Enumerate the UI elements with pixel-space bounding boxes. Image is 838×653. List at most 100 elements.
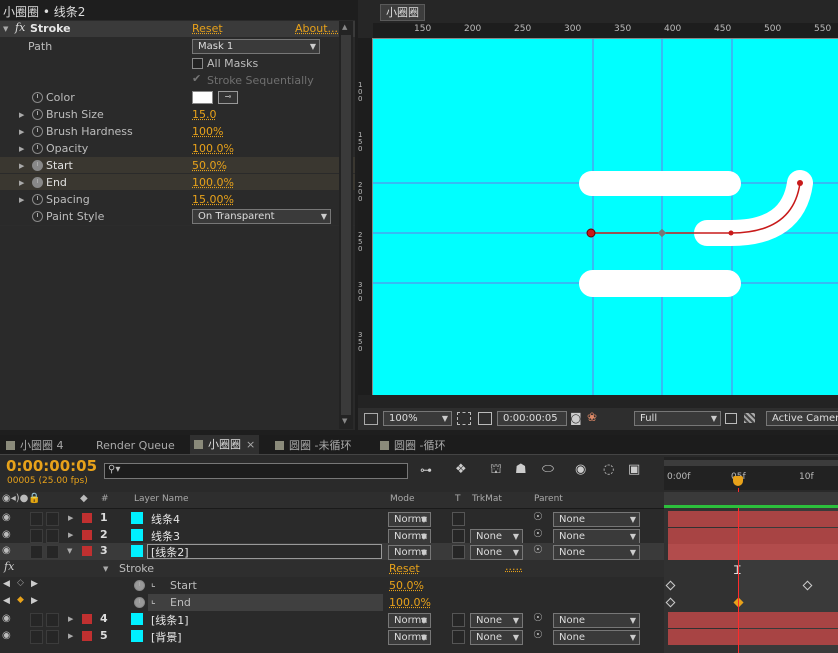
label-header-icon[interactable]: ◆ bbox=[80, 493, 88, 504]
audio-toggle[interactable] bbox=[30, 529, 43, 543]
close-icon[interactable]: × bbox=[246, 438, 255, 451]
transparency-grid-icon[interactable] bbox=[744, 413, 755, 423]
lock-toggle[interactable] bbox=[46, 545, 59, 559]
preserve-transparency-box[interactable] bbox=[452, 545, 465, 559]
about-link[interactable]: About... bbox=[295, 22, 338, 35]
work-area-bar[interactable] bbox=[664, 460, 838, 466]
spacing-stopwatch-icon[interactable] bbox=[32, 194, 43, 205]
layer-twisty-icon[interactable]: ▶ bbox=[68, 514, 73, 522]
pick-whip-icon[interactable]: ☉ bbox=[533, 527, 543, 540]
parent-dropdown[interactable]: None ▼ bbox=[553, 613, 640, 628]
draft-3d-icon[interactable]: ⛫ bbox=[490, 462, 502, 479]
layer-twisty-icon[interactable]: ▼ bbox=[67, 547, 72, 555]
brush-hardness-twisty-icon[interactable]: ▶ bbox=[19, 128, 24, 136]
mode-dropdown[interactable]: Norma ▼ bbox=[388, 545, 431, 560]
audio-toggle[interactable] bbox=[30, 613, 43, 627]
start-value[interactable]: 50.0% bbox=[192, 159, 227, 172]
prev-keyframe-icon[interactable]: ◀ bbox=[3, 596, 10, 606]
tab-xiaoquanquan-4[interactable]: 小圈圈 4 bbox=[6, 437, 64, 454]
start-twisty-icon[interactable]: ▶ bbox=[19, 162, 24, 170]
current-time-field[interactable]: 0:00:00:05 bbox=[497, 411, 567, 426]
end-stopwatch-icon[interactable] bbox=[32, 177, 43, 188]
visibility-eye-icon[interactable]: ◉ bbox=[2, 546, 12, 556]
eyedropper-icon[interactable]: ⊸ bbox=[218, 91, 238, 104]
pick-whip-icon[interactable]: ☉ bbox=[533, 510, 543, 523]
layer-row[interactable]: ◉ ▶ 1 线条4 Norma ▼ ☉ None ▼ bbox=[0, 510, 664, 527]
next-keyframe-icon[interactable]: ▶ bbox=[31, 579, 38, 589]
label-color-swatch[interactable] bbox=[82, 614, 92, 624]
scroll-down-arrow-icon[interactable]: ▼ bbox=[342, 417, 347, 425]
tab-render-queue[interactable]: Render Queue bbox=[96, 437, 175, 454]
lock-toggle[interactable] bbox=[46, 512, 59, 526]
layer-name[interactable]: [线条1] bbox=[151, 612, 189, 628]
pick-whip-icon[interactable]: ☉ bbox=[533, 628, 543, 641]
start-property-row[interactable]: ◀ ◇ ▶ ⌞ Start 50.0% bbox=[0, 577, 664, 594]
camera-dropdown[interactable]: Active Camera bbox=[766, 411, 838, 426]
current-time-display[interactable]: 0:00:00:05 bbox=[6, 457, 97, 475]
parent-dropdown[interactable]: None ▼ bbox=[553, 545, 640, 560]
preserve-transparency-box[interactable] bbox=[452, 613, 465, 627]
tab-yuanquan-xunhuan[interactable]: 圆圈 -循环 bbox=[380, 437, 445, 454]
mode-dropdown[interactable]: Norma ▼ bbox=[388, 613, 431, 628]
brush-hardness-value[interactable]: 100% bbox=[192, 125, 223, 138]
frame-blending-icon[interactable]: ⬭ bbox=[542, 461, 554, 477]
stroke-options-dots[interactable]: ..... bbox=[505, 560, 522, 573]
brush-size-twisty-icon[interactable]: ▶ bbox=[19, 111, 24, 119]
resolution-dropdown[interactable]: Full ▼ bbox=[634, 411, 721, 426]
time-ruler[interactable]: 0:00f 05f 10f bbox=[664, 457, 838, 490]
mode-dropdown[interactable]: Norma ▼ bbox=[388, 512, 431, 527]
toggle-view-icon[interactable] bbox=[364, 413, 378, 425]
layer-twisty-icon[interactable]: ▶ bbox=[68, 615, 73, 623]
grid-safe-icon[interactable] bbox=[457, 412, 471, 425]
label-color-swatch[interactable] bbox=[82, 530, 92, 540]
current-time-indicator-head[interactable] bbox=[733, 476, 743, 486]
motion-blur-icon[interactable]: ◉ bbox=[575, 462, 586, 477]
horizontal-ruler[interactable]: 150 200 250 300 350 400 450 500 550 bbox=[373, 23, 838, 39]
layer-name[interactable]: [线条2] bbox=[151, 544, 189, 560]
layer-duration-bar[interactable] bbox=[668, 511, 838, 527]
visibility-eye-icon[interactable]: ◉ bbox=[2, 614, 12, 624]
color-stopwatch-icon[interactable] bbox=[32, 92, 43, 103]
layer-duration-bar-selected[interactable] bbox=[668, 544, 838, 560]
parent-header[interactable]: Parent bbox=[534, 494, 563, 504]
mask-visibility-icon[interactable] bbox=[478, 412, 492, 425]
path-dropdown[interactable]: Mask 1 ▼ bbox=[192, 39, 320, 54]
paint-style-stopwatch-icon[interactable] bbox=[32, 211, 43, 222]
camera-snapshot-icon[interactable]: ◙ bbox=[570, 411, 582, 425]
tab-yuanquan-weixunhuan[interactable]: 圆圈 -未循环 bbox=[275, 437, 351, 454]
all-masks-checkbox[interactable] bbox=[192, 58, 203, 69]
mode-header[interactable]: Mode bbox=[390, 494, 415, 504]
layer-twisty-icon[interactable]: ▶ bbox=[68, 531, 73, 539]
comp-mini-flowchart-icon[interactable]: ⊶ bbox=[420, 463, 432, 477]
stroke-twisty-icon[interactable]: ▼ bbox=[103, 565, 108, 573]
opacity-twisty-icon[interactable]: ▶ bbox=[19, 145, 24, 153]
add-keyframe-icon[interactable]: ◇ bbox=[17, 578, 24, 588]
color-swatch[interactable] bbox=[192, 91, 213, 104]
end-property-value[interactable]: 100.0% bbox=[389, 596, 431, 609]
layer-duration-bar[interactable] bbox=[668, 629, 838, 645]
trkmat-dropdown[interactable]: None ▼ bbox=[470, 613, 523, 628]
scroll-up-arrow-icon[interactable]: ▲ bbox=[342, 23, 347, 31]
layer-duration-bar[interactable] bbox=[668, 612, 838, 628]
parent-dropdown[interactable]: None ▼ bbox=[553, 529, 640, 544]
label-color-swatch[interactable] bbox=[82, 631, 92, 641]
brush-size-stopwatch-icon[interactable] bbox=[32, 109, 43, 120]
preserve-transparency-box[interactable] bbox=[452, 529, 465, 543]
reset-link[interactable]: Reset bbox=[192, 22, 223, 35]
graph-editor-icon[interactable]: ▣ bbox=[628, 462, 640, 477]
stroke-reset-link[interactable]: Reset bbox=[389, 562, 420, 575]
effect-header-row[interactable]: ▼ fx Stroke Reset About... bbox=[0, 21, 355, 37]
stroke-seq-check-icon[interactable]: ✔ bbox=[192, 72, 201, 85]
layer-row[interactable]: ◉ ▶ 5 [背景] Norma ▼ None ▼ ☉ None ▼ bbox=[0, 628, 664, 645]
keyframe-at-time-icon[interactable]: ◆ bbox=[17, 595, 24, 605]
scroll-thumb[interactable] bbox=[341, 35, 351, 415]
spacing-value[interactable]: 15.00% bbox=[192, 193, 234, 206]
paint-style-dropdown[interactable]: On Transparent ▼ bbox=[192, 209, 331, 224]
graph-icon[interactable]: ⌞ bbox=[151, 595, 156, 606]
next-keyframe-icon[interactable]: ▶ bbox=[31, 596, 38, 606]
layer-row-selected[interactable]: ◉ ▼ 3 [线条2] Norma ▼ None ▼ ☉ None ▼ bbox=[0, 543, 664, 560]
tab-xiaoquanquan[interactable]: 小圈圈 × bbox=[190, 435, 260, 454]
parent-dropdown[interactable]: None ▼ bbox=[553, 512, 640, 527]
lock-toggle[interactable] bbox=[46, 529, 59, 543]
hide-shy-layers-icon[interactable]: ☗ bbox=[515, 462, 527, 477]
